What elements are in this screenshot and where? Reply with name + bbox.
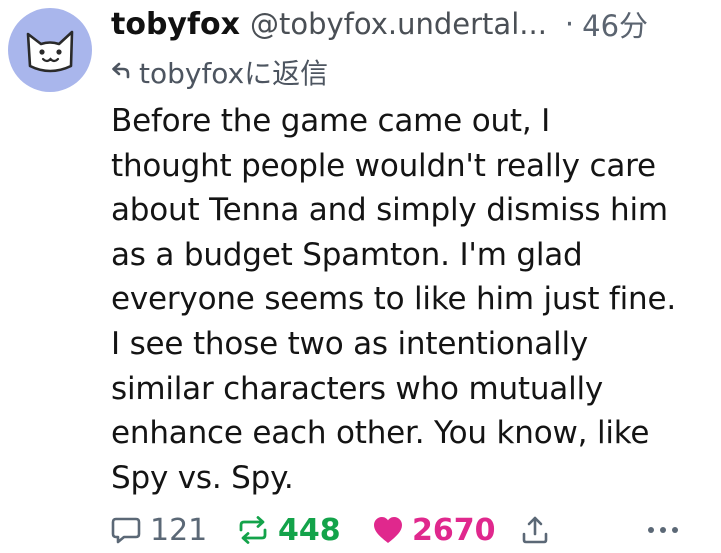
post-text-line: Spy vs. Spy. (111, 459, 294, 496)
like-button[interactable]: 2670 (372, 508, 496, 552)
share-button[interactable] (520, 508, 550, 552)
handle[interactable]: @tobyfox.undertal... (250, 7, 547, 41)
avatar[interactable] (8, 8, 92, 92)
post-text-line: I see those two as intentionally (111, 325, 589, 362)
post-text-line: about Tenna and simply dismiss him (111, 192, 668, 229)
more-dots-icon (648, 527, 678, 533)
timestamp[interactable]: 46分 (582, 3, 648, 45)
like-count: 2670 (412, 512, 496, 548)
post-text-line: thought people wouldn't really care (111, 147, 656, 184)
post-text-line: similar characters who mutually (111, 370, 604, 407)
post-header: tobyfox @tobyfox.undertal... · 46分 (111, 2, 711, 46)
post-text: Before the game came out, I thought peop… (111, 99, 711, 500)
post: tobyfox @tobyfox.undertal... · 46分 tobyf… (0, 0, 721, 553)
repost-button[interactable]: 448 (236, 508, 341, 552)
separator-dot: · (564, 7, 575, 41)
post-text-line: enhance each other. You know, like (111, 415, 650, 452)
action-bar: 121 448 2670 (110, 508, 710, 552)
heart-icon (374, 517, 402, 543)
reply-to-label: tobyfoxに返信 (139, 57, 329, 90)
post-text-line: Before the game came out, I (111, 103, 551, 139)
share-upload-icon (522, 516, 548, 544)
display-name[interactable]: tobyfox (111, 7, 240, 42)
cat-face-icon (26, 30, 74, 73)
speech-bubble-icon (111, 517, 141, 544)
repost-count: 448 (278, 512, 341, 548)
reply-button[interactable]: 121 (110, 508, 207, 552)
post-text-line: everyone seems to like him just fine. (111, 281, 677, 318)
reply-indicator[interactable]: tobyfoxに返信 (111, 52, 328, 92)
more-options-button[interactable] (646, 508, 680, 552)
repost-arrows-icon (239, 516, 267, 544)
reply-count: 121 (150, 512, 208, 548)
reply-arrow-icon (111, 61, 131, 83)
post-text-line: as a budget Spamton. I'm glad (111, 236, 583, 273)
